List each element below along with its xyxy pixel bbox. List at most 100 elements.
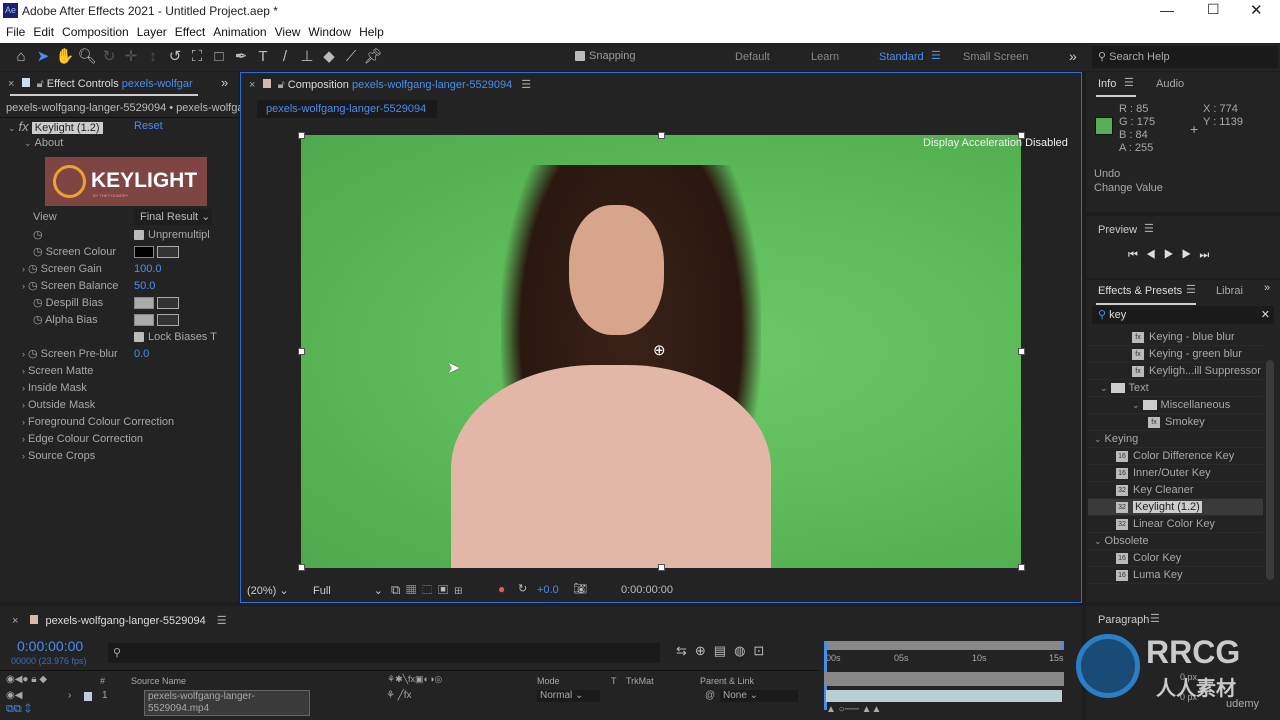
fx-icon[interactable]: fx — [19, 119, 29, 134]
parent-dropdown[interactable]: None ⌄ — [720, 690, 798, 702]
exposure-value[interactable]: +0.0 — [537, 584, 559, 596]
magnification-dropdown[interactable]: (20%) ⌄ — [247, 584, 305, 597]
roto-brush-icon[interactable]: ⟋ — [340, 46, 362, 68]
snapshot-icon[interactable]: 📷︎ — [573, 582, 587, 595]
audio-tab[interactable]: Audio — [1156, 78, 1184, 90]
menu-window[interactable]: Window — [308, 25, 351, 39]
hand-tool-icon[interactable]: ✋ — [54, 46, 76, 68]
group-source-crops[interactable]: › Source Crops — [22, 448, 95, 465]
group-screen-matte[interactable]: › Screen Matte — [22, 363, 93, 380]
effects-item[interactable]: ⌄ Text — [1088, 380, 1263, 397]
panel-menu-icon[interactable]: ☰ — [1186, 283, 1196, 296]
stopwatch-icon[interactable]: ◷ — [33, 246, 43, 258]
panel-overflow-icon[interactable]: » — [1264, 282, 1270, 294]
workspace-menu-icon[interactable]: ☰ — [931, 49, 941, 62]
menu-effect[interactable]: Effect — [175, 25, 205, 39]
effects-item[interactable]: fx Keying - green blur — [1088, 346, 1263, 363]
despill-bias-swatch[interactable] — [134, 297, 154, 310]
group-inside-mask[interactable]: › Inside Mask — [22, 380, 87, 397]
home-icon[interactable]: ⌂ — [10, 46, 32, 68]
rotate-tool-icon[interactable]: ↺ — [164, 46, 186, 68]
menu-composition[interactable]: Composition — [62, 25, 129, 39]
close-tab-icon[interactable]: × — [8, 78, 14, 90]
group-edge-colour-correction[interactable]: › Edge Colour Correction — [22, 431, 143, 448]
effects-item[interactable]: 16 Color Key — [1088, 550, 1263, 567]
menu-view[interactable]: View — [275, 25, 301, 39]
layer-duration-bar[interactable] — [826, 690, 1062, 702]
resolution-dropdown[interactable]: Full ⌄ — [313, 584, 383, 597]
panel-menu-icon[interactable]: ☰ — [1150, 612, 1160, 625]
screen-gain-value[interactable]: 100.0 — [134, 261, 162, 278]
maximize-button[interactable]: ☐ — [1207, 1, 1220, 18]
timeline-footer-icons[interactable]: ⧉⧉ ⇕ — [6, 703, 31, 716]
timeline-search-input[interactable]: ⚲ — [108, 643, 660, 663]
group-outside-mask[interactable]: › Outside Mask — [22, 397, 95, 414]
anchor-point-icon[interactable]: ⊕ — [653, 341, 666, 359]
menu-help[interactable]: Help — [359, 25, 384, 39]
lock-icon[interactable]: 🔓︎ — [278, 79, 285, 91]
rectangle-tool-icon[interactable]: □ — [208, 46, 230, 68]
type-tool-icon[interactable]: T — [252, 46, 274, 68]
menu-file[interactable]: File — [6, 25, 25, 39]
exposure-reset-icon[interactable]: ↻ — [518, 582, 527, 595]
brush-tool-icon[interactable]: / — [274, 46, 296, 68]
mode-dropdown[interactable]: Normal ⌄ — [537, 690, 600, 702]
screen-balance-value[interactable]: 50.0 — [134, 278, 155, 295]
transform-handle[interactable] — [1018, 564, 1025, 571]
workspace-standard[interactable]: Standard — [879, 51, 924, 63]
panel-menu-icon[interactable]: ☰ — [1124, 76, 1134, 89]
stopwatch-icon[interactable]: ◷ — [33, 314, 43, 326]
effects-item[interactable]: 16 Inner/Outer Key — [1088, 465, 1263, 482]
clear-search-icon[interactable]: ✕ — [1261, 306, 1270, 324]
effects-item[interactable]: fx Keyligh...ill Suppressor — [1088, 363, 1263, 380]
screen-preblur-value[interactable]: 0.0 — [134, 346, 149, 363]
layer-name[interactable]: pexels-wolfgang-langer-5529094.mp4 — [144, 690, 310, 716]
current-time[interactable]: 0:00:00:00 — [17, 638, 83, 654]
effects-item[interactable]: fx Smokey — [1088, 414, 1263, 431]
reset-link[interactable]: Reset — [134, 118, 163, 135]
stopwatch-icon[interactable]: ◷ — [28, 263, 38, 275]
menu-layer[interactable]: Layer — [137, 25, 167, 39]
effects-search-input[interactable]: ⚲ key ✕ — [1092, 306, 1274, 324]
effects-item[interactable]: 32 Linear Color Key — [1088, 516, 1263, 533]
libraries-tab[interactable]: Librai — [1216, 285, 1243, 297]
lock-biases-checkbox[interactable]: Lock Biases T — [134, 329, 217, 346]
unpremultiply-checkbox[interactable]: Unpremultipl — [134, 227, 210, 244]
workspace-small-screen[interactable]: Small Screen — [963, 51, 1028, 63]
scrollbar[interactable] — [1266, 360, 1274, 580]
panel-menu-icon[interactable]: ☰ — [217, 615, 227, 627]
transform-handle[interactable] — [298, 132, 305, 139]
effects-item[interactable]: fx Keying - blue blur — [1088, 329, 1263, 346]
workspace-default[interactable]: Default — [735, 51, 770, 63]
column-source-name[interactable]: Source Name — [131, 676, 186, 686]
puppet-pin-icon[interactable]: 📌︎ — [362, 46, 384, 68]
about-group[interactable]: About — [35, 137, 64, 149]
lock-icon[interactable]: 🔓︎ — [37, 78, 44, 90]
viewer-tool-icons[interactable]: ⧉▦⬚▣⊞ — [391, 582, 468, 598]
pen-tool-icon[interactable]: ✒ — [230, 46, 252, 68]
close-tab-icon[interactable]: × — [12, 615, 18, 627]
group-foreground-colour-correction[interactable]: › Foreground Colour Correction — [22, 414, 174, 431]
minimize-button[interactable]: — — [1160, 2, 1174, 18]
effects-presets-tab[interactable]: Effects & Presets — [1098, 285, 1182, 297]
viewer-timecode[interactable]: 0:00:00:00 — [621, 584, 673, 596]
transform-handle[interactable] — [658, 564, 665, 571]
panel-menu-icon[interactable]: ☰ — [521, 79, 531, 91]
view-dropdown[interactable]: Final Result ⌄ — [134, 209, 212, 225]
stopwatch-icon[interactable]: ◷ — [28, 280, 38, 292]
effects-item[interactable]: 16 Color Difference Key — [1088, 448, 1263, 465]
menu-edit[interactable]: Edit — [33, 25, 54, 39]
parent-pickwhip-icon[interactable]: @ — [705, 690, 715, 702]
effects-item[interactable]: 32 Keylight (1.2) — [1088, 499, 1263, 516]
preview-controls[interactable]: ⏮◀▶▶⏭ — [1128, 249, 1217, 262]
panel-overflow-icon[interactable]: » — [221, 75, 228, 90]
eyedropper-icon[interactable] — [157, 297, 179, 310]
close-button[interactable]: ✕ — [1250, 1, 1263, 19]
comp-subtab[interactable]: pexels-wolfgang-langer-5529094 — [257, 100, 437, 118]
effects-item[interactable]: ⌄ Obsolete — [1088, 533, 1263, 550]
alpha-bias-swatch[interactable] — [134, 314, 154, 327]
screen-colour-swatch[interactable] — [134, 246, 154, 259]
transform-handle[interactable] — [1018, 132, 1025, 139]
zoom-slider[interactable]: ▲ ○── ▲▲ — [826, 704, 881, 715]
more-workspaces-icon[interactable]: » — [1069, 48, 1077, 64]
